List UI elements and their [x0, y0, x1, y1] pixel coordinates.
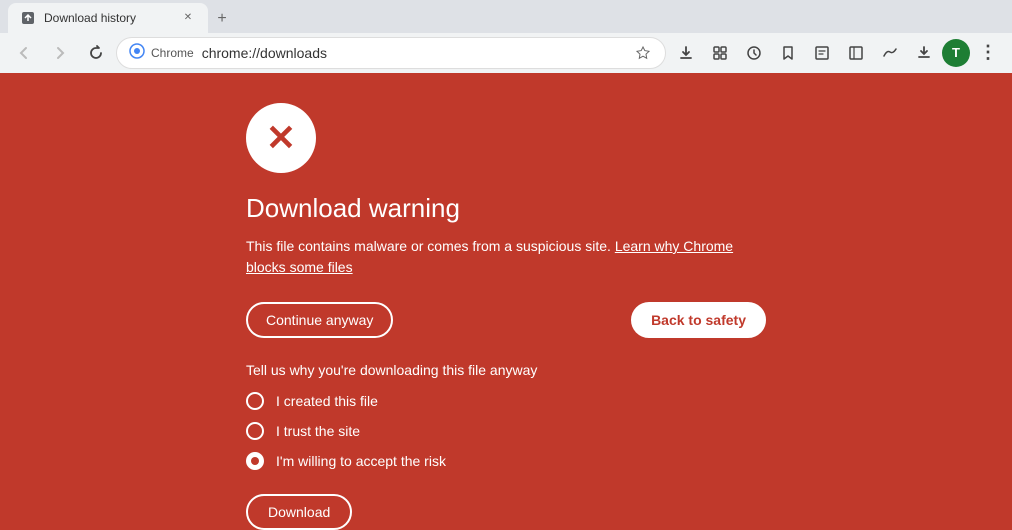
- radio-label-2: I'm willing to accept the risk: [276, 453, 446, 469]
- active-tab[interactable]: Download history ✕: [8, 3, 208, 33]
- sidebar-icon[interactable]: [840, 37, 872, 69]
- radio-circle-2[interactable]: [246, 452, 264, 470]
- new-tab-button[interactable]: +: [208, 5, 236, 33]
- radio-label-1: I trust the site: [276, 423, 360, 439]
- chrome-logo: [129, 43, 145, 62]
- page-content: ✕ Download warning This file contains ma…: [0, 73, 1012, 530]
- reading-list-icon[interactable]: [806, 37, 838, 69]
- toolbar-right: T ⋮: [670, 37, 1004, 69]
- download-toolbar-icon[interactable]: [908, 37, 940, 69]
- chrome-label: Chrome: [151, 46, 194, 60]
- forward-button[interactable]: [44, 37, 76, 69]
- radio-item-1[interactable]: I trust the site: [246, 422, 766, 440]
- radio-item-2[interactable]: I'm willing to accept the risk: [246, 452, 766, 470]
- tab-close-btn[interactable]: ✕: [180, 10, 196, 26]
- continue-anyway-button[interactable]: Continue anyway: [246, 302, 393, 338]
- toolbar: Chrome chrome://downloads: [0, 33, 1012, 73]
- bookmarks-icon[interactable]: [772, 37, 804, 69]
- radio-circle-1[interactable]: [246, 422, 264, 440]
- warning-description: This file contains malware or comes from…: [246, 236, 766, 278]
- profile-button[interactable]: T: [942, 39, 970, 67]
- more-menu-button[interactable]: ⋮: [972, 37, 1004, 69]
- star-icon[interactable]: [633, 43, 653, 63]
- radio-group: I created this file I trust the site I'm…: [246, 392, 766, 470]
- radio-circle-0[interactable]: [246, 392, 264, 410]
- back-button[interactable]: [8, 37, 40, 69]
- download-button[interactable]: Download: [246, 494, 352, 530]
- tab-bar: Download history ✕ +: [0, 0, 1012, 33]
- primary-button-row: Continue anyway Back to safety: [246, 302, 766, 338]
- warning-icon-wrapper: ✕: [246, 103, 316, 173]
- radio-item-0[interactable]: I created this file: [246, 392, 766, 410]
- refresh-button[interactable]: [80, 37, 112, 69]
- performance-icon[interactable]: [874, 37, 906, 69]
- tab-favicon: [20, 10, 36, 26]
- warning-desc-text: This file contains malware or comes from…: [246, 238, 611, 254]
- address-bar[interactable]: Chrome chrome://downloads: [116, 37, 666, 69]
- history-icon[interactable]: [738, 37, 770, 69]
- back-to-safety-button[interactable]: Back to safety: [631, 302, 766, 338]
- warning-x-icon: ✕: [266, 117, 296, 159]
- tell-us-label: Tell us why you're downloading this file…: [246, 362, 766, 378]
- browser-frame: Download history ✕ + Chrome chrome://dow…: [0, 0, 1012, 530]
- radio-label-0: I created this file: [276, 393, 378, 409]
- warning-title: Download warning: [246, 193, 766, 224]
- tab-title: Download history: [44, 11, 172, 25]
- downloads-icon[interactable]: [670, 37, 702, 69]
- extensions-icon[interactable]: [704, 37, 736, 69]
- warning-card: ✕ Download warning This file contains ma…: [206, 103, 806, 530]
- url-display: chrome://downloads: [202, 45, 627, 61]
